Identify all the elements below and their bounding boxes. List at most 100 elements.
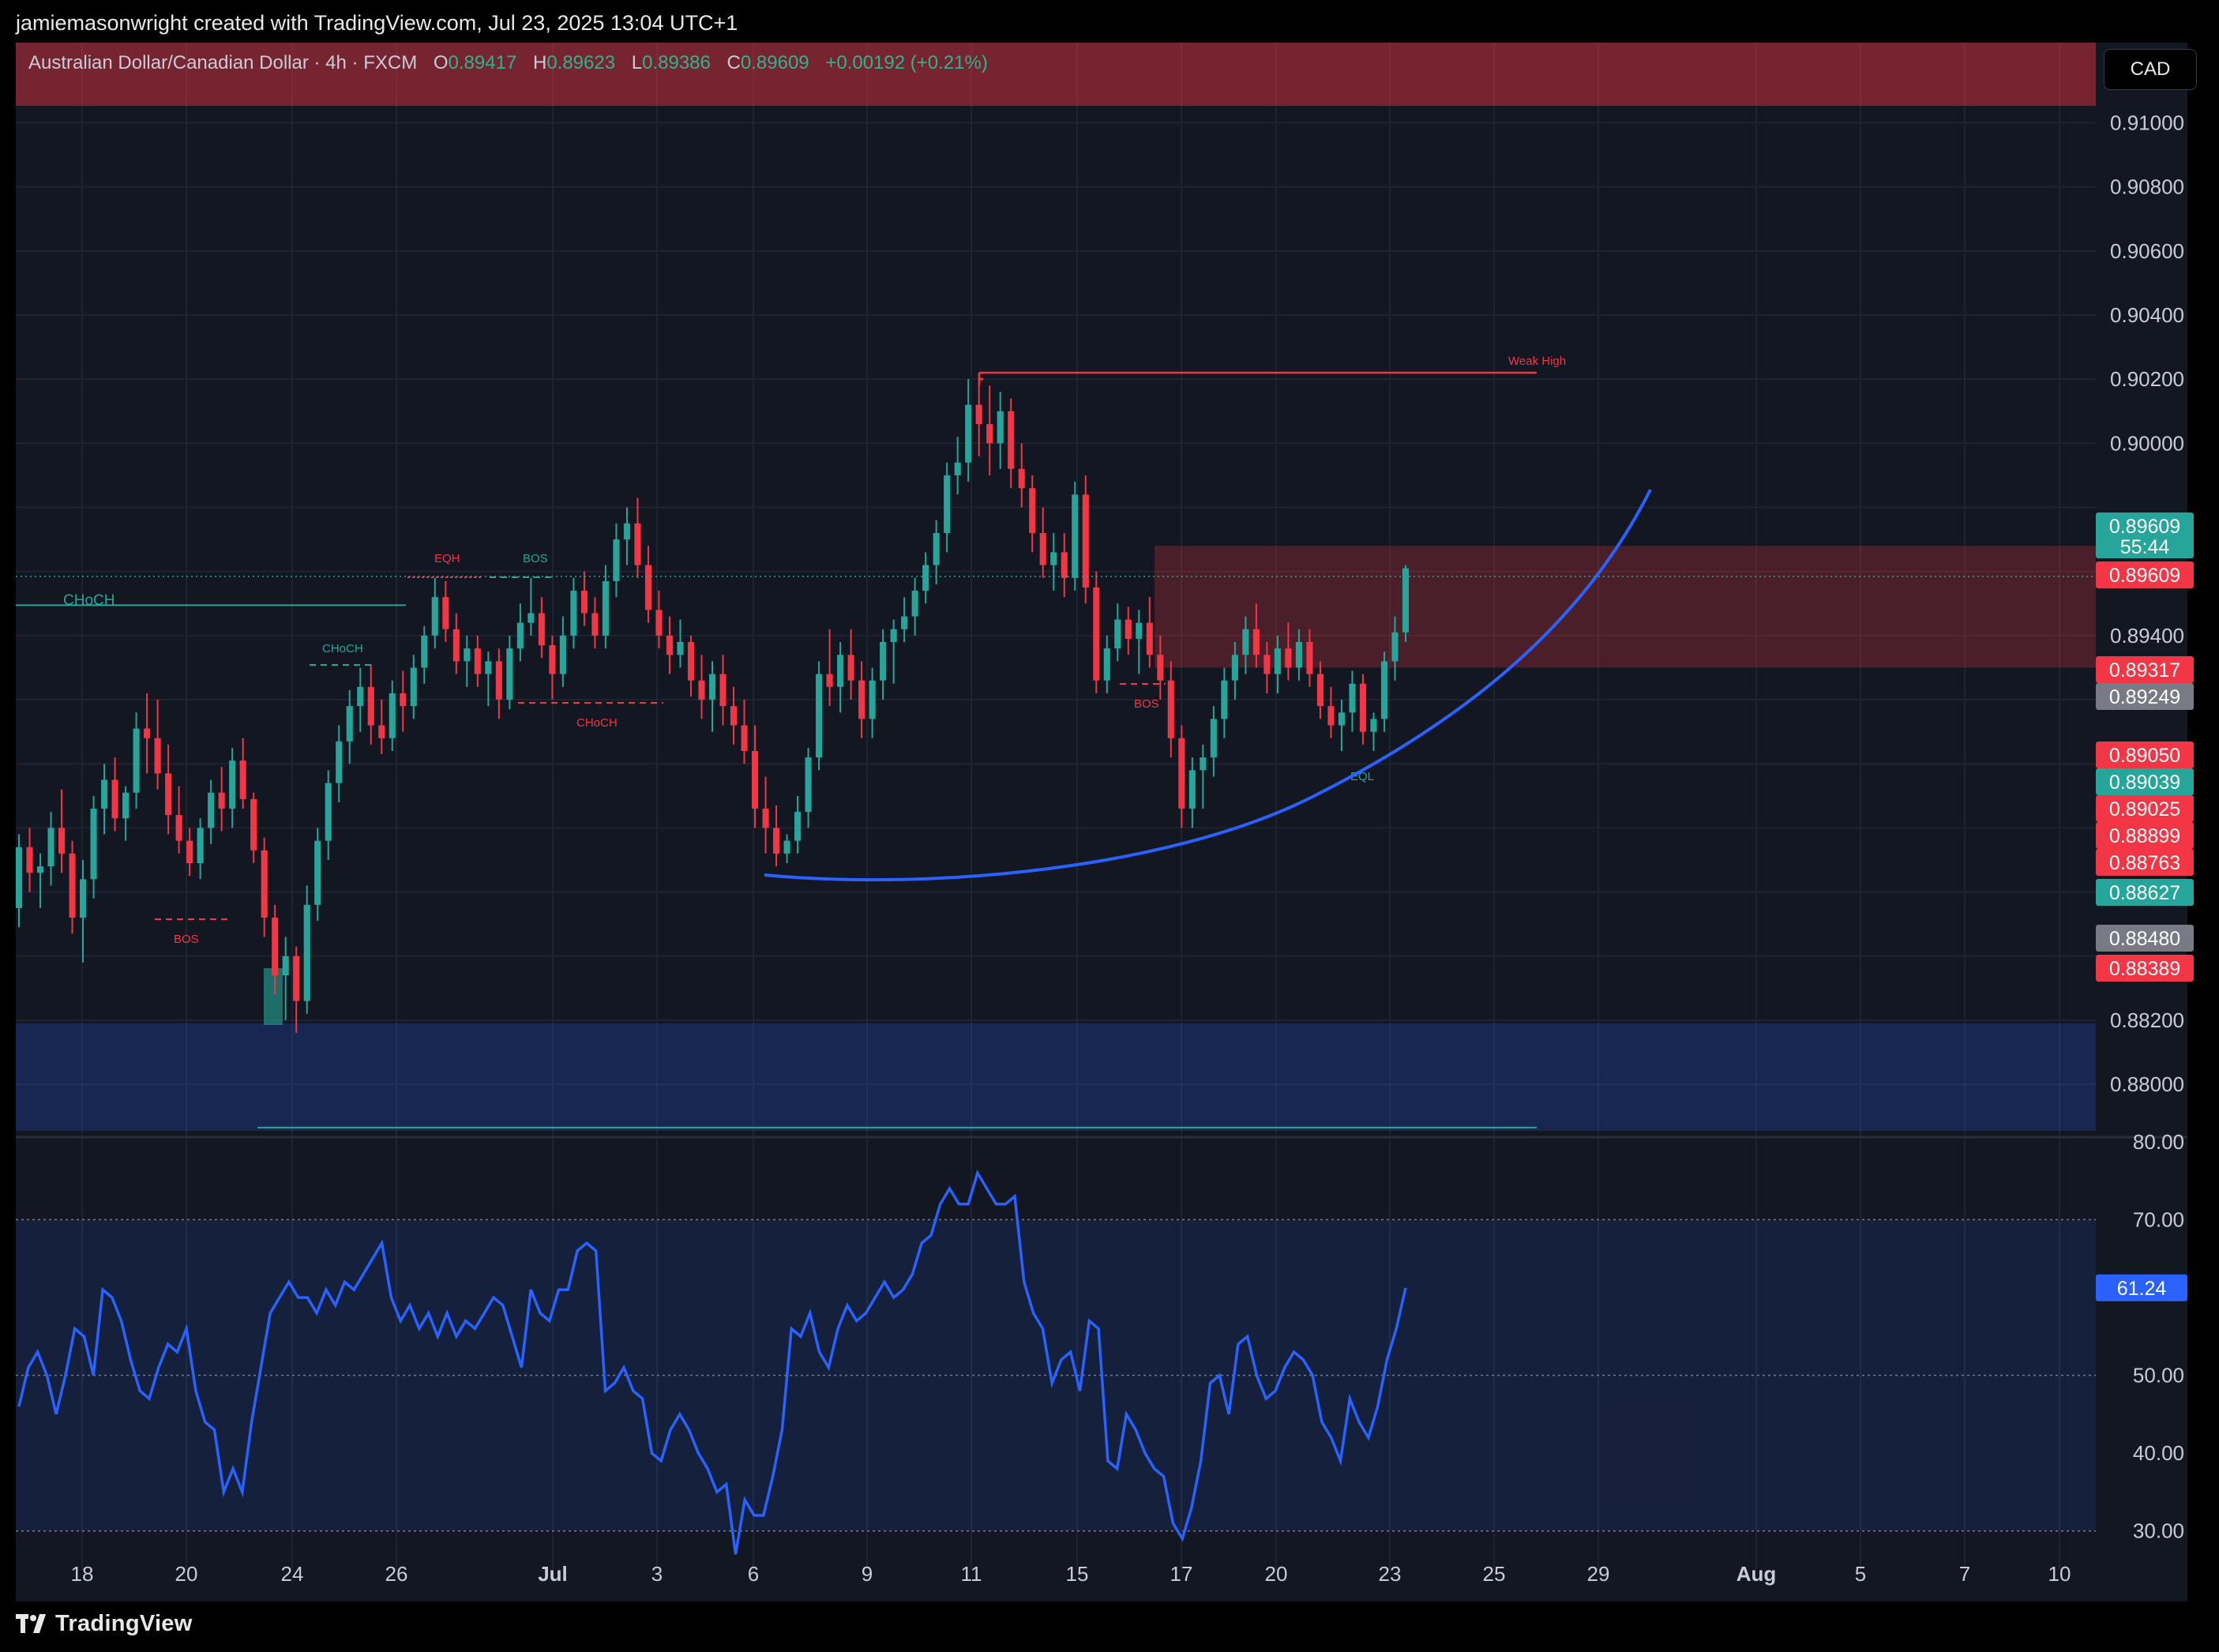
candle-body bbox=[1114, 619, 1121, 649]
candle-body bbox=[144, 728, 151, 738]
demand-zone bbox=[16, 1023, 2096, 1131]
candle-body bbox=[1018, 468, 1025, 489]
candle-body bbox=[90, 809, 97, 880]
candle-body bbox=[26, 847, 33, 873]
candle-body bbox=[293, 956, 300, 1001]
candle-body bbox=[1103, 648, 1110, 681]
candle-body bbox=[239, 760, 246, 799]
candle-body bbox=[1380, 661, 1388, 719]
x-tick-label: 11 bbox=[961, 1562, 982, 1586]
candle-body bbox=[378, 725, 385, 738]
y-tick-label: 0.90600 bbox=[2110, 239, 2184, 263]
candle-body bbox=[602, 580, 609, 636]
candle-body bbox=[400, 693, 407, 707]
x-tick-label: 20 bbox=[1265, 1562, 1288, 1586]
candle-body bbox=[165, 773, 172, 816]
candle-body bbox=[580, 591, 588, 614]
candle-body bbox=[890, 629, 897, 642]
candle-body bbox=[282, 956, 289, 976]
candle-body bbox=[677, 642, 684, 655]
price-label-text: 0.89609 bbox=[2109, 565, 2180, 587]
bos-label: BOS bbox=[523, 552, 548, 565]
symbol-title[interactable]: Australian Dollar/Canadian Dollar · 4h ·… bbox=[28, 52, 417, 73]
x-tick-label: 18 bbox=[71, 1562, 94, 1586]
candle-body bbox=[431, 597, 438, 636]
tradingview-logo-text: TradingView bbox=[55, 1610, 193, 1636]
candle-body bbox=[880, 642, 887, 681]
candle-body bbox=[805, 757, 812, 813]
bos-label-2: BOS bbox=[174, 933, 199, 946]
candle-body bbox=[1295, 642, 1302, 668]
candle-body bbox=[272, 918, 279, 976]
candle-body bbox=[741, 725, 748, 751]
low-label: L bbox=[631, 52, 643, 73]
candle-body bbox=[1306, 642, 1313, 674]
candle-body bbox=[1188, 770, 1196, 809]
candle-body bbox=[1200, 757, 1207, 771]
rsi-tick-label: 30.00 bbox=[2133, 1519, 2184, 1543]
eqh-label: EQH bbox=[434, 552, 460, 565]
candle-body bbox=[261, 850, 268, 918]
change-value: +0.00192 (+0.21%) bbox=[825, 52, 988, 73]
tradingview-logo[interactable]: TradingView bbox=[16, 1608, 193, 1639]
candle-body bbox=[250, 798, 257, 850]
price-label-text: 0.89050 bbox=[2109, 745, 2180, 767]
candle-body bbox=[623, 523, 630, 540]
candle-body bbox=[1285, 648, 1292, 668]
y-tick-label: 0.90400 bbox=[2110, 303, 2184, 327]
candle-body bbox=[655, 610, 663, 636]
candle-body bbox=[111, 779, 118, 819]
candle-body bbox=[762, 809, 769, 828]
candle-body bbox=[1370, 719, 1377, 732]
candle-body bbox=[79, 879, 87, 918]
candle-body bbox=[1072, 494, 1079, 578]
chart-canvas[interactable]: Weak HighCHoCHCHoCHEQH BOSCHoCHBOSBOSEQL0… bbox=[0, 0, 2219, 1652]
x-tick-label: Jul bbox=[538, 1562, 568, 1586]
candle-body bbox=[816, 674, 823, 758]
candle-body bbox=[410, 667, 417, 707]
rsi-tick-label: 80.00 bbox=[2133, 1130, 2184, 1154]
candle-body bbox=[1252, 629, 1260, 655]
candle-body bbox=[175, 815, 182, 841]
candle-body bbox=[933, 533, 940, 565]
low-value: 0.89386 bbox=[642, 52, 711, 73]
candle-body bbox=[634, 523, 641, 565]
candle-body bbox=[186, 840, 193, 864]
candle-body bbox=[1061, 552, 1068, 578]
high-value: 0.89623 bbox=[546, 52, 616, 73]
candle-body bbox=[613, 539, 620, 581]
candle-body bbox=[708, 674, 716, 700]
candle-body bbox=[965, 404, 972, 463]
candle-body bbox=[1231, 655, 1238, 681]
price-label-text: 0.88389 bbox=[2109, 958, 2180, 980]
candle-body bbox=[15, 847, 23, 908]
candle-body bbox=[1316, 674, 1324, 707]
rsi-tick-label: 50.00 bbox=[2133, 1364, 2184, 1387]
candle-body bbox=[1029, 488, 1036, 533]
candle-body bbox=[1402, 568, 1410, 633]
candle-body bbox=[698, 680, 705, 700]
candle-body bbox=[506, 648, 513, 700]
chart-window: jamiemasonwright created with TradingVie… bbox=[0, 0, 2219, 1652]
choch-label-2: CHoCH bbox=[322, 642, 363, 655]
price-label-text: 0.89249 bbox=[2109, 686, 2180, 708]
x-tick-label: Aug bbox=[1737, 1562, 1777, 1586]
currency-button[interactable]: CAD bbox=[2104, 49, 2197, 90]
rsi-tick-label: 70.00 bbox=[2133, 1208, 2184, 1232]
price-label-text: 0.88763 bbox=[2109, 852, 2180, 874]
y-tick-label: 0.88200 bbox=[2110, 1008, 2184, 1032]
candle-body bbox=[1008, 411, 1015, 469]
candle-body bbox=[538, 613, 545, 646]
candle-body bbox=[1242, 629, 1249, 655]
candle-body bbox=[1050, 552, 1057, 565]
candle-body bbox=[357, 686, 364, 707]
candle-body bbox=[837, 655, 844, 687]
candle-body bbox=[154, 738, 161, 774]
candle-body bbox=[122, 792, 130, 819]
x-tick-label: 17 bbox=[1170, 1562, 1193, 1586]
candle-body bbox=[783, 840, 790, 854]
candle-body bbox=[133, 728, 140, 793]
candle-body bbox=[325, 783, 332, 841]
y-tick-label: 0.89400 bbox=[2110, 624, 2184, 648]
candle-body bbox=[47, 828, 54, 867]
